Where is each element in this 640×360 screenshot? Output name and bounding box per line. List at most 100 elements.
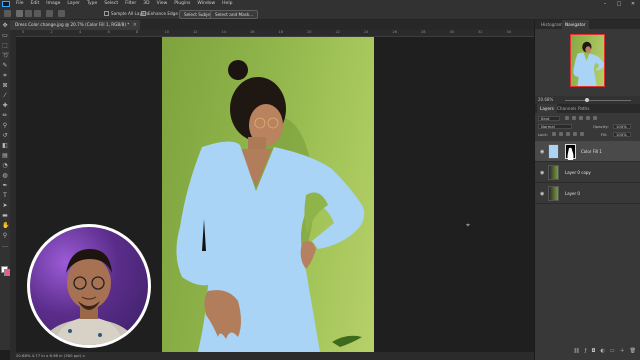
layer-thumbnail[interactable]	[548, 165, 559, 180]
tab-navigator[interactable]: Navigator	[562, 20, 589, 29]
close-window-icon[interactable]: ✕	[630, 0, 636, 8]
menu-item-filter[interactable]: Filter	[125, 0, 136, 8]
type-tool-icon[interactable]: T	[2, 193, 8, 199]
menu-item-type[interactable]: Type	[87, 0, 97, 8]
ruler-tick-label: 24	[364, 30, 369, 34]
document-canvas[interactable]	[162, 37, 374, 352]
marquee-tool-icon[interactable]: ⬚	[2, 43, 8, 49]
blur-tool-icon[interactable]: ◔	[2, 163, 8, 169]
subtract-selection-icon[interactable]	[34, 10, 41, 17]
navigator-zoom-value[interactable]: 20.68%	[538, 96, 553, 104]
menu-item-file[interactable]: File	[16, 0, 24, 8]
color-fill-thumbnail[interactable]	[548, 144, 559, 159]
blend-row: Normal Opacity: 100%	[535, 123, 640, 130]
layer-name[interactable]: Layer 0 copy	[565, 162, 591, 183]
menu-item-3d[interactable]: 3D	[143, 0, 149, 8]
menu-item-help[interactable]: Help	[222, 0, 232, 8]
layer-name[interactable]: Layer 0	[565, 183, 580, 204]
smart-object-filter-icon[interactable]	[593, 116, 597, 120]
enhance-edge-checkbox[interactable]	[141, 11, 146, 16]
navigator-thumbnail-image	[573, 41, 604, 86]
lock-image-icon[interactable]	[559, 132, 563, 136]
quick-selection-tool-icon[interactable]: ✎	[2, 63, 8, 69]
tool-preset-icon[interactable]	[4, 10, 11, 17]
delete-layer-icon[interactable]: 🗑	[630, 347, 636, 356]
visibility-eye-icon[interactable]: ◉	[540, 191, 544, 197]
ruler-tick-label: 30	[449, 30, 454, 34]
tab-paths[interactable]: Paths	[575, 104, 592, 113]
zoom-tool-icon[interactable]: ⚲	[2, 233, 8, 239]
crop-tool-icon[interactable]: ⌗	[2, 73, 8, 79]
brush-tool-icon[interactable]: ✏	[2, 113, 8, 119]
type-filter-icon[interactable]	[579, 116, 583, 120]
opacity-input[interactable]: 100%	[613, 124, 631, 129]
more-tools-icon[interactable]: …	[2, 243, 8, 249]
photoshop-logo-icon[interactable]	[2, 1, 10, 7]
menu-item-edit[interactable]: Edit	[31, 0, 40, 8]
new-selection-icon[interactable]	[16, 10, 23, 17]
layer-mask-thumbnail[interactable]	[565, 144, 576, 160]
menu-item-select[interactable]: Select	[104, 0, 118, 8]
add-selection-icon[interactable]	[25, 10, 32, 17]
navigator-thumbnail[interactable]	[570, 34, 605, 87]
ruler-tick-label: 8	[136, 30, 139, 34]
new-group-icon[interactable]: ▭	[610, 347, 615, 356]
maximize-icon[interactable]: □	[616, 0, 622, 8]
lock-pixels-icon[interactable]	[552, 132, 556, 136]
menu-item-layer[interactable]: Layer	[67, 0, 80, 8]
crosshair-cursor-icon: ⌖	[466, 221, 470, 229]
menu-item-image[interactable]: Image	[46, 0, 60, 8]
sample-all-layers-checkbox[interactable]	[104, 11, 109, 16]
path-selection-tool-icon[interactable]: ➤	[2, 203, 8, 209]
menu-item-view[interactable]: View	[157, 0, 168, 8]
navigator-zoom-knob[interactable]	[585, 97, 589, 102]
visibility-eye-icon[interactable]: ◉	[540, 170, 544, 176]
hand-tool-icon[interactable]: ✋	[2, 223, 9, 229]
gradient-tool-icon[interactable]: ▤	[2, 153, 8, 159]
document-tab[interactable]: Dress Color change.jpg @ 20.7% (Color Fi…	[10, 20, 140, 30]
shape-tool-icon[interactable]: ▬	[2, 213, 8, 219]
visibility-eye-icon[interactable]: ◉	[540, 149, 544, 155]
clone-stamp-tool-icon[interactable]: ⚲	[2, 123, 8, 129]
new-layer-icon[interactable]: ＋	[620, 347, 625, 356]
lasso-tool-icon[interactable]: ➰	[2, 53, 9, 59]
dodge-tool-icon[interactable]: ◍	[2, 173, 8, 179]
brush-size-icon[interactable]	[46, 10, 53, 17]
layer-name[interactable]: Color Fill 1	[581, 141, 602, 162]
close-tab-icon[interactable]: ×	[133, 20, 137, 30]
adjustment-filter-icon[interactable]	[572, 116, 576, 120]
add-mask-icon[interactable]: ◘	[592, 347, 596, 356]
layer-filter-select[interactable]: Kind	[538, 116, 560, 121]
healing-brush-tool-icon[interactable]: ✚	[2, 103, 8, 109]
shape-filter-icon[interactable]	[586, 116, 590, 120]
lock-position-icon[interactable]	[566, 132, 570, 136]
angle-icon[interactable]	[58, 10, 65, 17]
pixel-filter-icon[interactable]	[565, 116, 569, 120]
webcam-overlay	[27, 224, 151, 348]
ruler-tick-label: 4	[79, 30, 82, 34]
pen-tool-icon[interactable]: ✒	[2, 183, 8, 189]
navigator-preview[interactable]	[535, 29, 640, 96]
eyedropper-tool-icon[interactable]: ⁄	[2, 93, 8, 99]
navigator-zoom-slider[interactable]	[565, 99, 631, 101]
layer-thumbnail[interactable]	[548, 186, 559, 201]
layer-row-layer-0-copy[interactable]: ◉ Layer 0 copy	[535, 162, 640, 183]
menu-item-window[interactable]: Window	[197, 0, 215, 8]
layer-row-color-fill[interactable]: ◉ Color Fill 1	[535, 141, 640, 162]
lock-artboard-icon[interactable]	[573, 132, 577, 136]
menu-item-plugins[interactable]: Plugins	[174, 0, 190, 8]
blend-mode-select[interactable]: Normal	[538, 124, 572, 129]
fx-icon[interactable]: ƒ	[585, 347, 587, 356]
minimize-icon[interactable]: –	[602, 0, 608, 8]
fill-input[interactable]: 100%	[613, 132, 631, 137]
adjustment-layer-icon[interactable]: ◐	[601, 347, 605, 356]
frame-tool-icon[interactable]: ⊠	[2, 83, 8, 89]
lock-all-icon[interactable]	[580, 132, 584, 136]
move-tool-icon[interactable]: ✥	[2, 23, 8, 29]
select-and-mask-button[interactable]: Select and Mask...	[210, 10, 259, 19]
layer-row-layer-0[interactable]: ◉ Layer 0	[535, 183, 640, 204]
artboard-tool-icon[interactable]: ▭	[2, 33, 8, 39]
link-layers-icon[interactable]: ⛓	[573, 347, 579, 356]
eraser-tool-icon[interactable]: ◧	[2, 143, 8, 149]
history-brush-tool-icon[interactable]: ↺	[2, 133, 8, 139]
